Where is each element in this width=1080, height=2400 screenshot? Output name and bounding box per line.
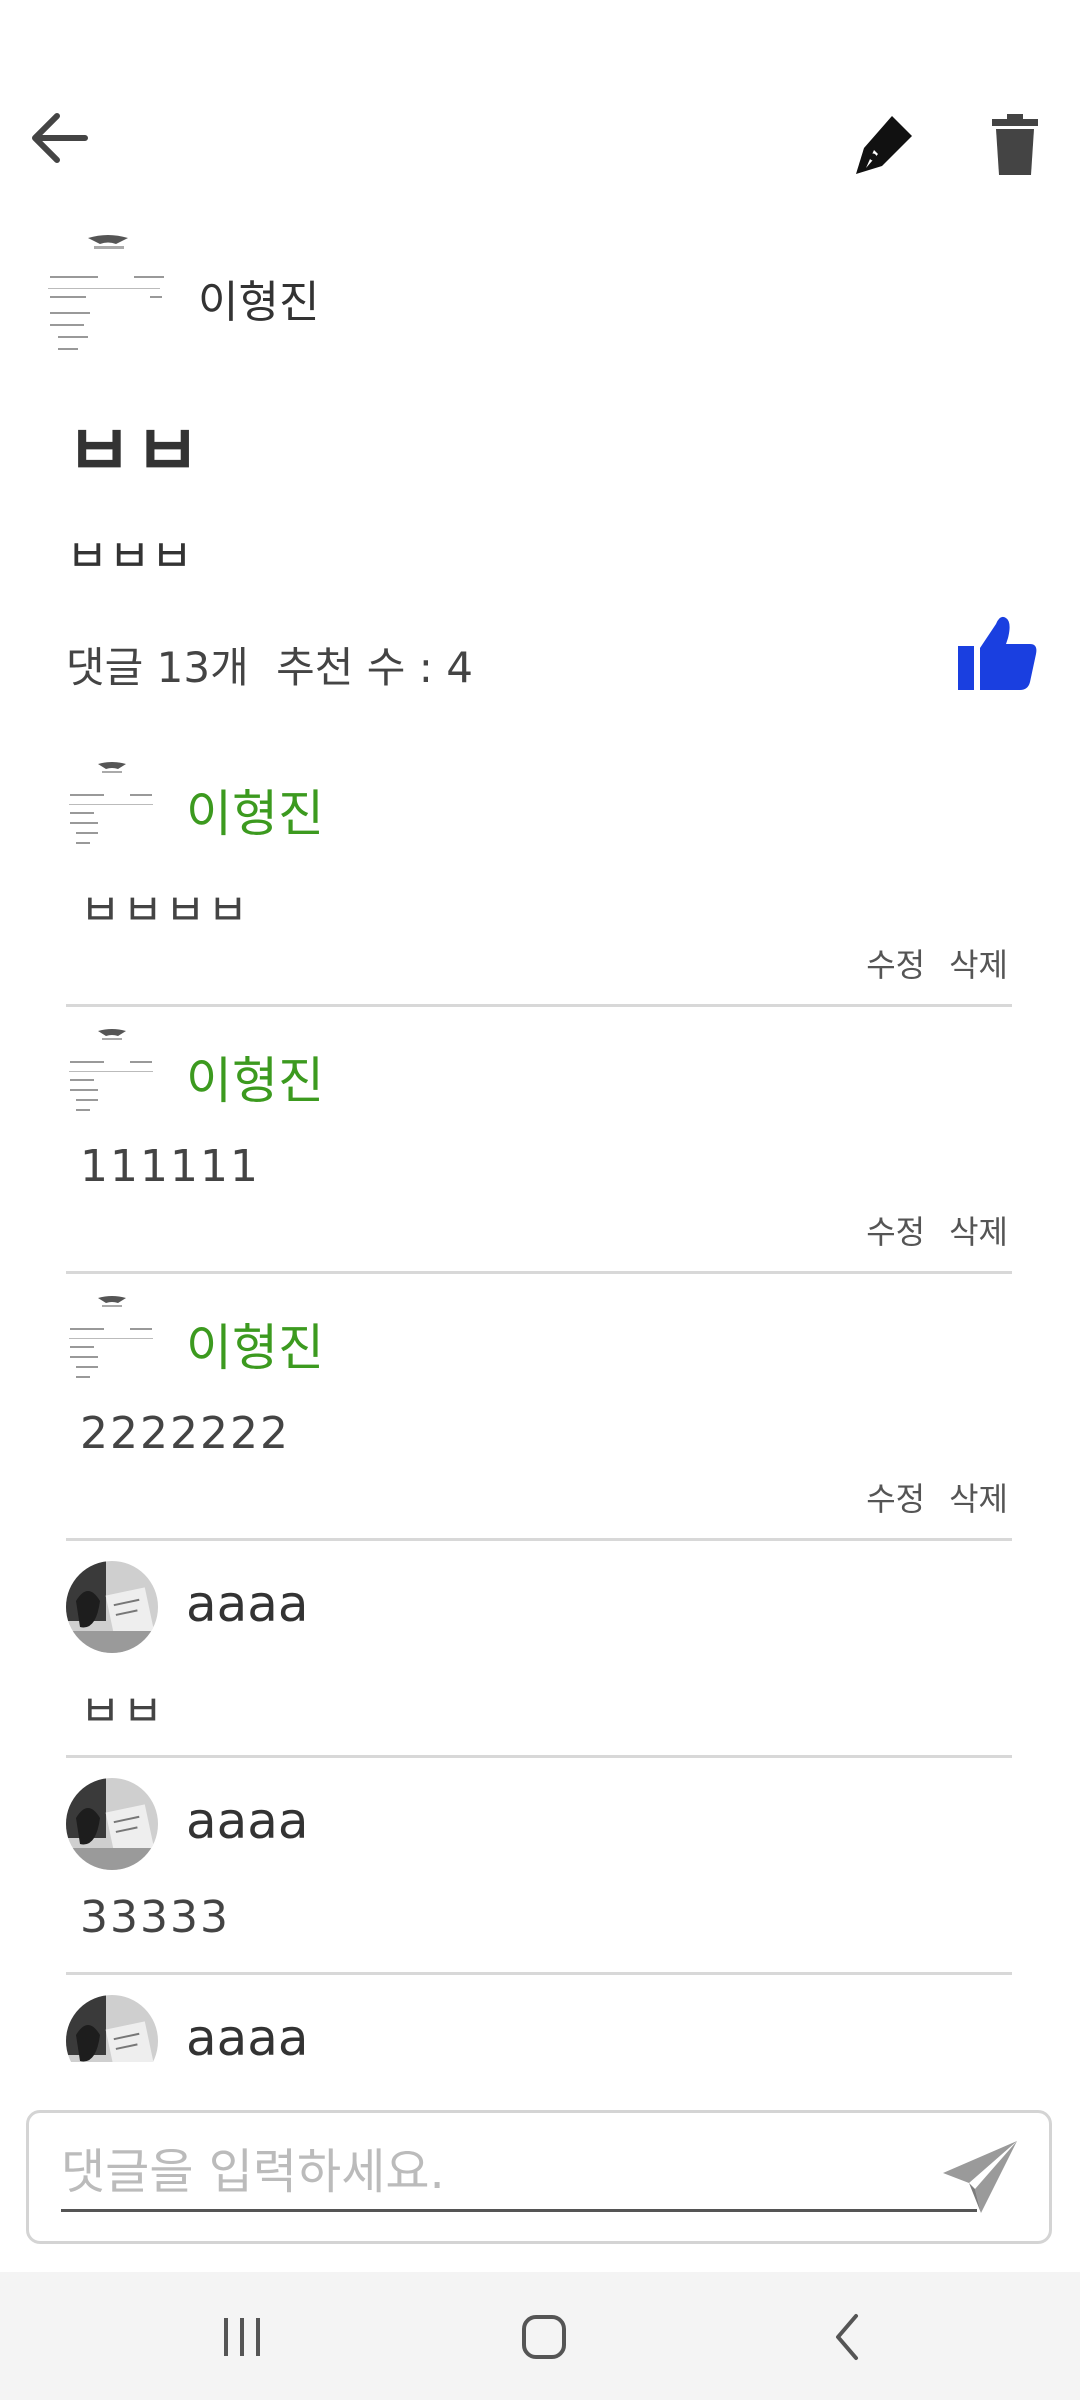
comment-edit-button[interactable]: 수정: [866, 1213, 925, 1251]
comment-delete-button[interactable]: 삭제: [949, 1213, 1008, 1251]
comment-input[interactable]: [61, 2135, 977, 2212]
document-thumbnail-icon: [48, 235, 164, 350]
document-thumbnail-icon: [69, 1029, 153, 1111]
comment-author: 이형진: [186, 1052, 324, 1110]
comment-avatar[interactable]: [66, 1778, 158, 1870]
comment-item: aaaa ㅂㅂ: [66, 1541, 1012, 1758]
comment-text: 33333: [80, 1892, 230, 1943]
system-nav-bar: [0, 2272, 1080, 2400]
post-meta: 댓글 13개 추천 수 : 4: [66, 634, 487, 695]
recent-apps-button[interactable]: [212, 2312, 272, 2362]
comment-item: 이형진 2222222 수정 삭제: [66, 1274, 1012, 1541]
profile-photo-icon: [66, 1561, 158, 1653]
comment-delete-button[interactable]: 삭제: [949, 1480, 1008, 1518]
comment-author: 이형진: [186, 1319, 324, 1377]
post-title: ㅂㅂ: [66, 409, 203, 493]
comment-actions: 수정 삭제: [842, 940, 1008, 986]
comment-text: 111111: [80, 1141, 260, 1192]
comment-item: aaaa 33333: [66, 1758, 1012, 1975]
comment-list[interactable]: 이형진 ㅂㅂㅂㅂ 수정 삭제 이형진 111111 수정 삭제 이형진 2222…: [66, 740, 1012, 2062]
document-thumbnail-icon: [69, 1296, 153, 1378]
comment-author: aaaa: [186, 1792, 309, 1850]
comment-text: 2222222: [80, 1408, 290, 1459]
document-thumbnail-icon: [69, 762, 153, 844]
comment-author: aaaa: [186, 2009, 309, 2062]
comment-actions: 수정 삭제: [842, 1207, 1008, 1253]
comment-item: aaaa: [66, 1975, 1012, 2062]
back-chevron-icon: [836, 2314, 858, 2360]
comment-avatar[interactable]: [66, 760, 158, 852]
post-body: ㅂㅂㅂ: [66, 529, 193, 583]
home-button[interactable]: [514, 2312, 574, 2362]
comment-author: 이형진: [186, 785, 324, 843]
edit-button[interactable]: [850, 108, 920, 180]
pen-icon: [856, 116, 912, 174]
comment-avatar[interactable]: [66, 1027, 158, 1119]
comment-item: 이형진 ㅂㅂㅂㅂ 수정 삭제: [66, 740, 1012, 1007]
post-author-name: 이형진: [198, 277, 320, 328]
arrow-left-icon: [32, 113, 88, 163]
delete-button[interactable]: [984, 110, 1046, 180]
nav-back-button[interactable]: [818, 2312, 878, 2362]
comment-delete-button[interactable]: 삭제: [949, 946, 1008, 984]
comment-input-bar: [26, 2110, 1052, 2244]
like-button[interactable]: [956, 612, 1040, 692]
back-button[interactable]: [24, 104, 94, 172]
recent-apps-icon: [224, 2318, 260, 2356]
top-app-bar: [0, 0, 1080, 220]
comment-text: ㅂㅂ: [80, 1686, 165, 1737]
comment-author: aaaa: [186, 1575, 309, 1633]
comment-avatar[interactable]: [66, 1294, 158, 1386]
profile-photo-icon: [66, 1778, 158, 1870]
comment-count: 댓글 13개: [66, 643, 249, 692]
author-avatar[interactable]: [44, 232, 172, 360]
comment-actions: 수정 삭제: [842, 1474, 1008, 1520]
recommend-count: 추천 수 : 4: [276, 643, 473, 692]
comment-avatar[interactable]: [66, 1995, 158, 2062]
comment-item: 이형진 111111 수정 삭제: [66, 1007, 1012, 1274]
send-icon: [943, 2141, 1017, 2213]
comment-edit-button[interactable]: 수정: [866, 946, 925, 984]
send-button[interactable]: [939, 2137, 1021, 2217]
trash-icon: [992, 114, 1038, 175]
home-icon: [522, 2315, 566, 2359]
comment-avatar[interactable]: [66, 1561, 158, 1653]
comment-edit-button[interactable]: 수정: [866, 1480, 925, 1518]
thumbs-up-icon: [958, 616, 1037, 690]
profile-photo-icon: [66, 1995, 158, 2062]
comment-text: ㅂㅂㅂㅂ: [80, 885, 250, 936]
